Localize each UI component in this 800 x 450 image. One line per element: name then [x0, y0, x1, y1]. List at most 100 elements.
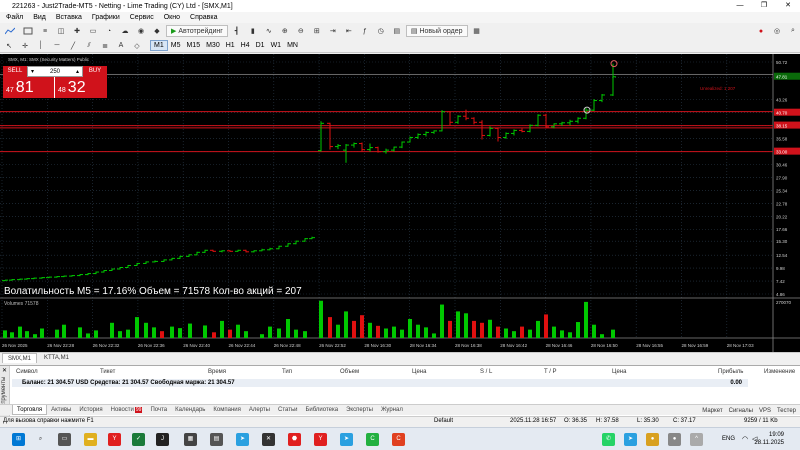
vps-link[interactable]: VPS	[759, 408, 771, 414]
taskbar-search-icon[interactable]: ⌕	[34, 433, 47, 446]
j2t-terminal-icon[interactable]: J	[156, 433, 169, 446]
volume-bar[interactable]	[328, 317, 332, 338]
col-volume[interactable]: Объем	[340, 369, 359, 375]
menu-tools[interactable]: Сервис	[130, 14, 154, 21]
c-app-icon[interactable]: C	[366, 433, 379, 446]
tab-history[interactable]: История	[75, 405, 106, 415]
whatsapp-icon[interactable]: ✆	[602, 433, 615, 446]
app-icon-red[interactable]: ⬣	[288, 433, 301, 446]
volume-bar[interactable]	[160, 331, 164, 338]
shapes-icon[interactable]: ◇	[130, 40, 144, 52]
volume-bar[interactable]	[236, 324, 240, 338]
tab-mailbox[interactable]: Почта	[146, 405, 171, 415]
templates-icon[interactable]: ▤	[390, 25, 404, 37]
tab-assets[interactable]: Активы	[47, 405, 75, 415]
lot-size-input[interactable]: ▾ 250 ▴	[27, 66, 83, 77]
volume-bar[interactable]	[424, 327, 428, 338]
timeframe-h1[interactable]: H1	[223, 40, 238, 51]
bar-chart-icon[interactable]: ┫	[230, 25, 244, 37]
tab-library[interactable]: Библиотека	[301, 405, 342, 415]
tester-link[interactable]: Тестер	[777, 408, 796, 414]
volume-bar[interactable]	[448, 320, 452, 338]
tab-ktta-m1[interactable]: KTTA,M1	[39, 353, 74, 363]
volume-bar[interactable]	[552, 326, 556, 338]
menu-file[interactable]: Файл	[6, 14, 23, 21]
col-ticket[interactable]: Тикет	[100, 369, 115, 375]
volume-bar[interactable]	[576, 322, 580, 338]
order-marker[interactable]	[610, 60, 618, 68]
tray-app-icon[interactable]: ●	[646, 433, 659, 446]
volume-bar[interactable]	[440, 304, 444, 338]
sell-button[interactable]: SELL	[3, 66, 27, 77]
telegram-2-icon[interactable]: ➤	[340, 433, 353, 446]
volume-bar[interactable]	[408, 319, 412, 338]
text-icon[interactable]: A	[114, 40, 128, 52]
autotrading-button[interactable]: ▶ Автотрейдинг	[166, 25, 228, 37]
app-icon-grey[interactable]: ▤	[210, 433, 223, 446]
navigator-icon[interactable]: ✚	[70, 25, 84, 37]
volume-bar[interactable]	[464, 313, 468, 338]
indicators-icon[interactable]: ƒ	[358, 25, 372, 37]
volume-bar[interactable]	[392, 326, 396, 338]
task-view-icon[interactable]: ▭	[58, 433, 71, 446]
lot-increase-icon[interactable]: ▴	[76, 68, 79, 75]
volume-bar[interactable]	[178, 328, 182, 338]
strategy-tester-icon[interactable]: ◔	[102, 25, 116, 37]
price-chart[interactable]: SMX, M1: SMX (Security Matters) Public Un…	[0, 54, 800, 352]
cursor-icon[interactable]: ↖	[2, 40, 16, 52]
autoscroll-icon[interactable]: ⇥	[326, 25, 340, 37]
volume-bar[interactable]	[400, 329, 404, 338]
volume-bar[interactable]	[228, 329, 232, 338]
zoom-in-icon[interactable]: ⊕	[278, 25, 292, 37]
chart-window[interactable]: SMX, M1: SMX (Security Matters) Public Un…	[0, 54, 800, 352]
volume-bar[interactable]	[384, 328, 388, 339]
profile-icon[interactable]: ◎	[770, 25, 784, 37]
keyboard-language[interactable]: ENG	[722, 436, 735, 442]
crosshair-icon[interactable]: ✛	[18, 40, 32, 52]
tab-trade[interactable]: Торговля	[12, 405, 48, 415]
periods-icon[interactable]: ◷	[374, 25, 388, 37]
network-icon[interactable]: ◠	[742, 435, 748, 443]
volume-bar[interactable]	[260, 334, 264, 338]
col-price[interactable]: Цена	[412, 369, 426, 375]
volume-bar[interactable]	[480, 322, 484, 338]
volume-bar[interactable]	[268, 326, 272, 338]
col-type[interactable]: Тип	[282, 369, 292, 375]
close-toolbox-icon[interactable]: ✕	[2, 367, 7, 374]
volume-bar[interactable]	[504, 328, 508, 339]
volume-bar[interactable]	[144, 322, 148, 338]
timeframe-m5[interactable]: M5	[168, 40, 184, 51]
timeframe-m15[interactable]: M15	[183, 40, 203, 51]
new-chart-icon[interactable]	[2, 25, 18, 37]
timeframe-mn[interactable]: MN	[284, 40, 301, 51]
channel-icon[interactable]: ⫽	[82, 40, 96, 52]
market-link[interactable]: Маркет	[702, 408, 722, 414]
horizontal-line-icon[interactable]: ─	[50, 40, 64, 52]
profiles-icon[interactable]	[20, 25, 36, 37]
volume-bar[interactable]	[62, 324, 66, 338]
calculator-icon[interactable]: ▦	[184, 433, 197, 446]
volume-bar[interactable]	[584, 301, 588, 338]
tray-chevron-icon[interactable]: ^	[690, 433, 703, 446]
volume-bar[interactable]	[126, 329, 130, 338]
col-symbol[interactable]: Символ	[16, 369, 38, 375]
signals-link[interactable]: Сигналы	[729, 408, 753, 414]
app-icon-dark[interactable]: ✕	[262, 433, 275, 446]
c-app-2-icon[interactable]: C	[392, 433, 405, 446]
timeframe-w1[interactable]: W1	[268, 40, 285, 51]
volume-bar[interactable]	[86, 333, 90, 338]
lot-decrease-icon[interactable]: ▾	[31, 68, 34, 75]
volume-bar[interactable]	[18, 326, 22, 338]
volume-bar[interactable]	[286, 319, 290, 338]
volume-bar[interactable]	[611, 329, 615, 338]
volume-bar[interactable]	[135, 317, 139, 338]
volume-bar[interactable]	[188, 323, 192, 338]
metaeditor-icon[interactable]: ◆	[150, 25, 164, 37]
menu-help[interactable]: Справка	[190, 14, 217, 21]
volume-bar[interactable]	[10, 332, 14, 338]
trendline-icon[interactable]: ╱	[66, 40, 80, 52]
volume-bar[interactable]	[244, 331, 248, 338]
volume-bar[interactable]	[344, 311, 348, 338]
menu-view[interactable]: Вид	[33, 14, 46, 21]
col-profit[interactable]: Прибыль	[718, 369, 743, 375]
